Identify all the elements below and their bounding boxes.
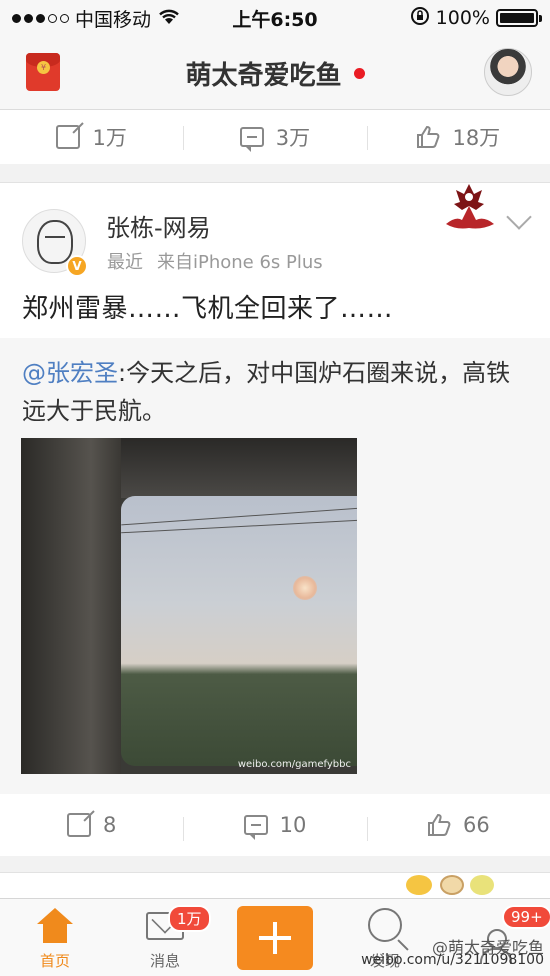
post-meta: 最近 来自iPhone 6s Plus — [107, 248, 323, 274]
prev-post-action-bar: 1万 3万 18万 — [0, 110, 550, 164]
home-icon — [35, 908, 75, 944]
status-right: 100% — [410, 6, 542, 31]
like-button[interactable]: 18万 — [366, 122, 550, 152]
messages-badge: 1万 — [168, 905, 211, 932]
author-name[interactable]: 张栋-网易 — [106, 208, 211, 243]
battery-icon — [496, 9, 542, 27]
comment-count: 3万 — [275, 126, 311, 150]
emoji-icon — [406, 875, 432, 895]
comment-button[interactable]: 3万 — [183, 122, 366, 152]
mention-link[interactable]: @张宏圣 — [22, 359, 118, 387]
comment-count: 10 — [279, 813, 307, 837]
carrier-label: 中国移动 — [75, 8, 152, 31]
nav-bar: ¥ 萌太奇爱吃鱼 — [0, 36, 550, 110]
sun-glow — [293, 576, 317, 600]
thumbs-up-icon — [427, 813, 451, 837]
repost-count: 8 — [102, 813, 117, 837]
wifi-icon — [157, 7, 181, 30]
post-text: 郑州雷暴……飞机全回来了…… — [22, 294, 394, 324]
repost-button[interactable]: 8 — [0, 813, 183, 837]
page-title[interactable]: 萌太奇爱吃鱼 — [185, 55, 341, 92]
repost-icon — [66, 813, 91, 837]
repost-button[interactable]: 1万 — [0, 122, 183, 152]
battery-percent: 100% — [435, 7, 490, 29]
repost-icon — [56, 125, 81, 149]
like-count: 66 — [462, 813, 490, 837]
nav-title-group[interactable]: 萌太奇爱吃鱼 — [0, 36, 550, 110]
verified-badge-icon: V — [66, 255, 88, 277]
status-bar: 中国移动 上午6:50 100% — [0, 0, 550, 36]
tab-messages[interactable]: 消息 1万 — [110, 899, 220, 976]
post-source: 来自iPhone 6s Plus — [157, 252, 323, 273]
rotation-lock-icon — [410, 6, 430, 31]
user-avatar[interactable] — [484, 48, 532, 96]
comment-button[interactable]: 10 — [183, 813, 366, 841]
post-action-bar: 8 10 66 — [0, 798, 550, 852]
me-badge: 99+ — [502, 905, 550, 929]
retweet-image[interactable]: weibo.com/gamefybbc — [21, 438, 357, 774]
tab-home-label: 首页 — [39, 952, 70, 970]
thumbs-up-icon — [416, 125, 440, 149]
post-time: 最近 — [107, 252, 143, 273]
compose-button[interactable] — [237, 906, 313, 970]
emoji-icon — [440, 875, 464, 895]
train-window-photo — [121, 496, 357, 766]
clock: 上午6:50 — [232, 8, 318, 31]
comment-icon — [239, 127, 264, 152]
retweet-text: @张宏圣:今天之后，对中国炉石圈来说，高铁远大于民航。 — [22, 354, 522, 430]
like-button[interactable]: 66 — [366, 813, 550, 841]
image-watermark: weibo.com/gamefybbc — [237, 759, 351, 770]
comment-icon — [243, 815, 268, 840]
tab-home[interactable]: 首页 — [0, 899, 110, 976]
like-count: 18万 — [452, 126, 501, 150]
weibo-watermark-url: weibo.com/u/3211098100 — [361, 952, 544, 968]
unread-dot — [353, 67, 365, 79]
search-icon — [368, 908, 402, 942]
emoji-icon — [470, 875, 494, 895]
status-left: 中国移动 — [12, 5, 181, 32]
repost-count: 1万 — [92, 126, 127, 150]
horde-emblem-icon — [438, 180, 500, 232]
signal-icon — [12, 13, 69, 23]
tab-messages-label: 消息 — [149, 952, 180, 970]
